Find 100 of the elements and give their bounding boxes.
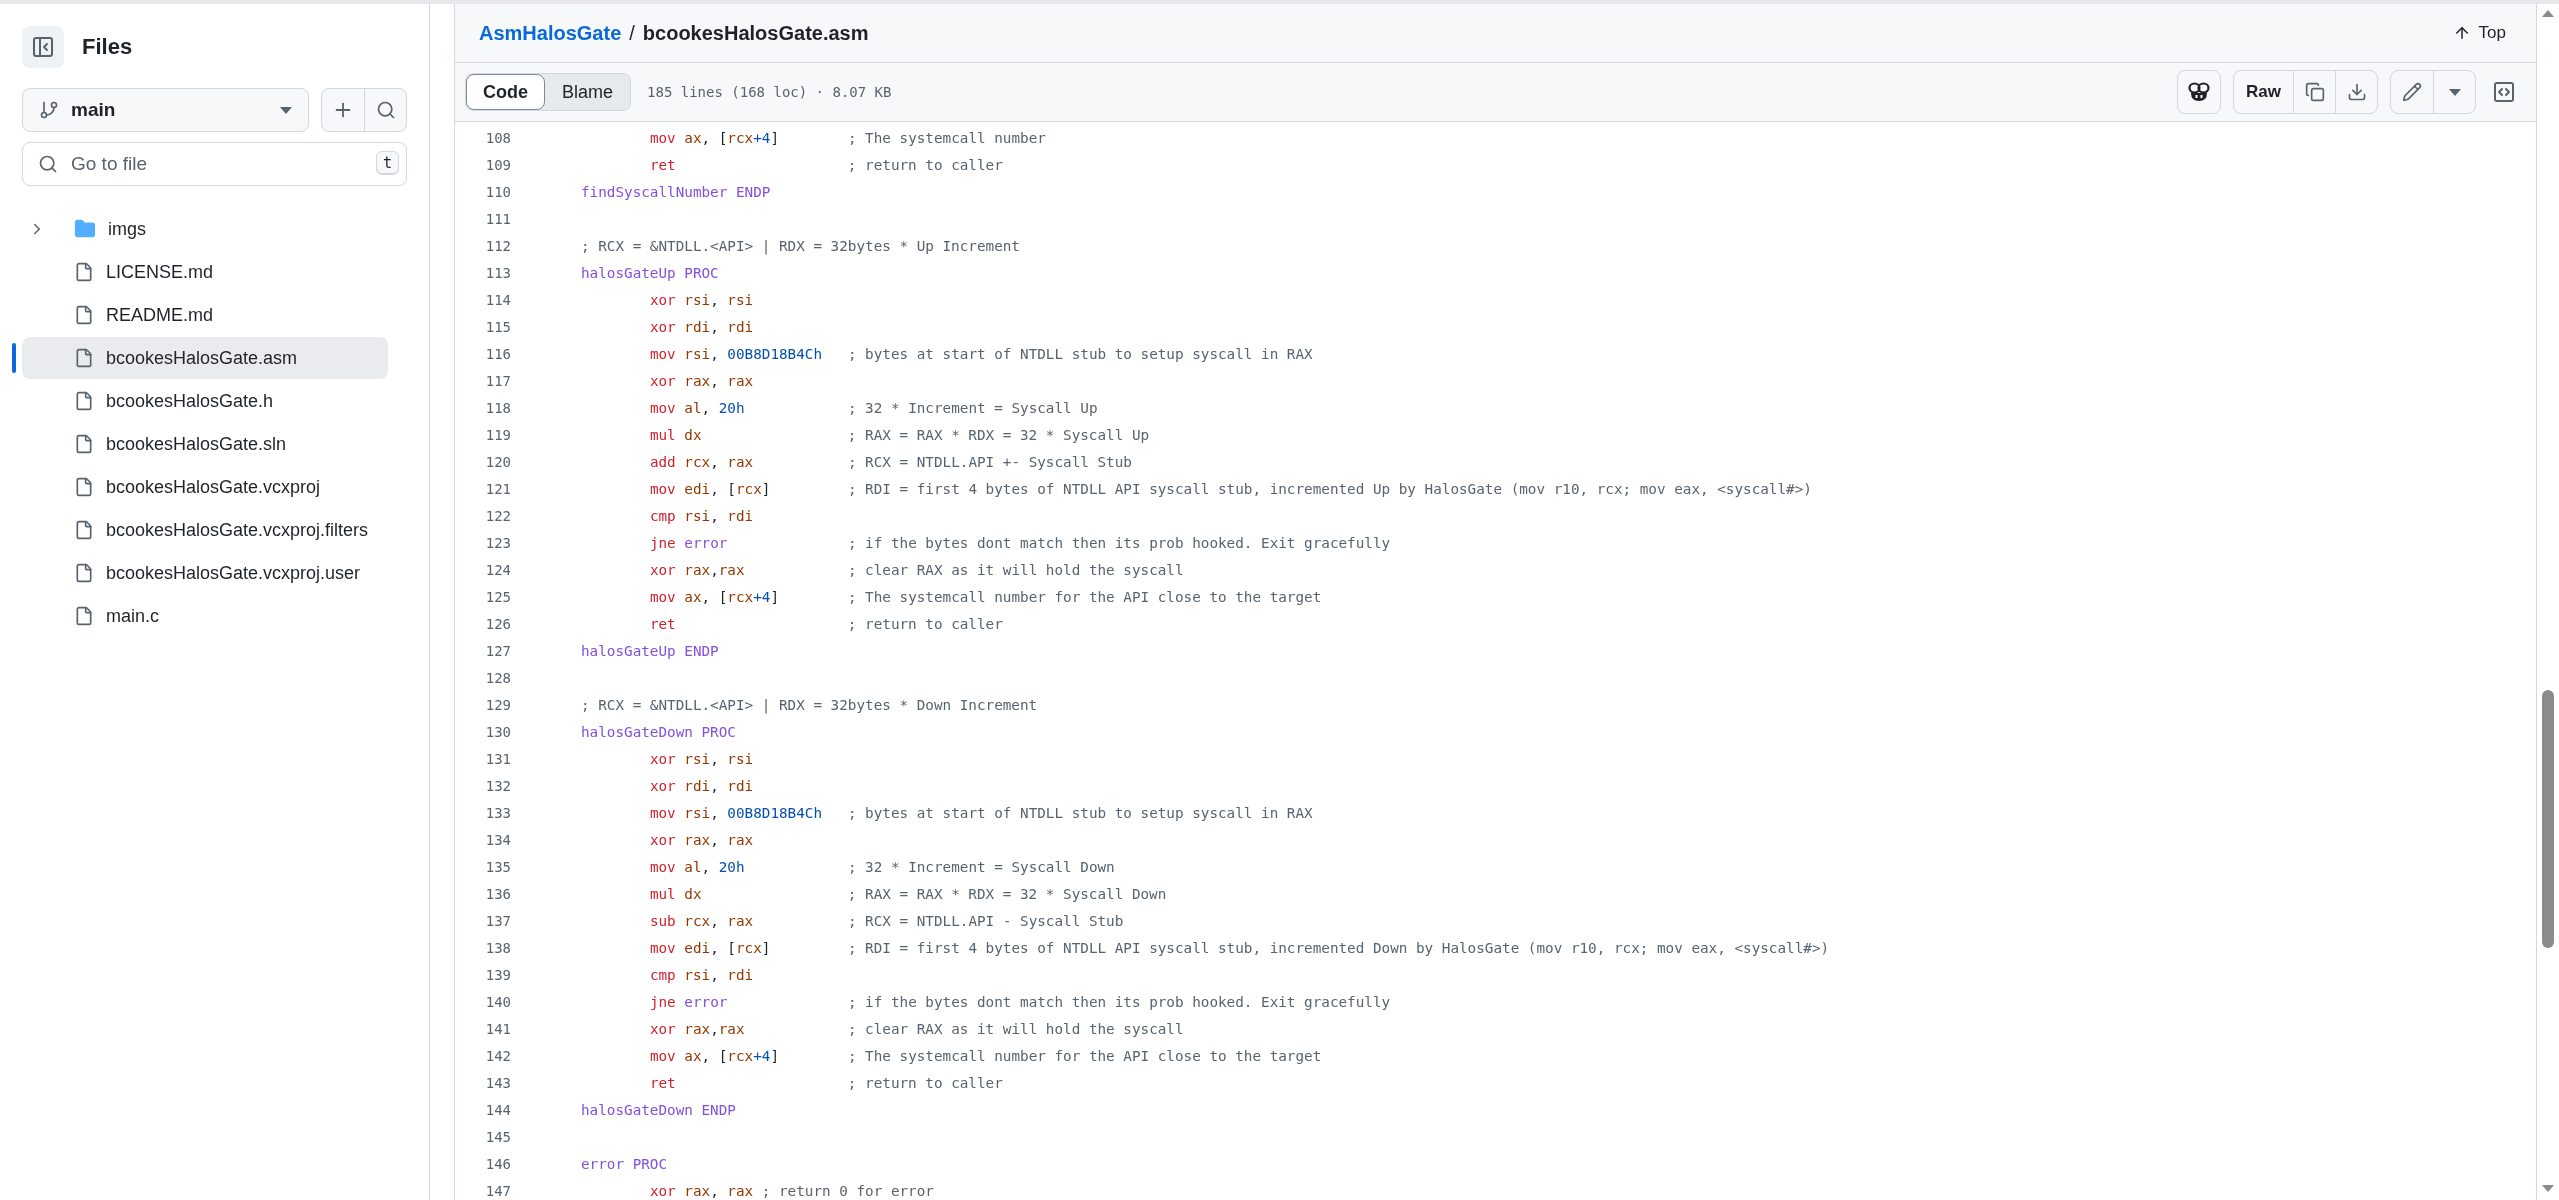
code-line: halosGateUp PROC (581, 264, 719, 281)
code-line: xor rax,rax ; clear RAX as it will hold the syscall (648, 561, 1184, 578)
file-icon (74, 477, 94, 497)
caret-icon (280, 106, 292, 114)
file-item[interactable]: README.md (22, 294, 388, 336)
line-number: 140 (484, 993, 511, 1010)
file-item[interactable]: LICENSE.md (22, 251, 388, 293)
file-item[interactable]: bcookesHalosGate.vcxproj.user (22, 552, 388, 594)
code-line: mul dx ; RAX = RAX * RDX = 32 * Syscall Down (648, 885, 1167, 902)
code-line: cmp rsi, rdi (648, 966, 754, 983)
line-number: 111 (484, 210, 511, 227)
line-number: 123 (484, 534, 511, 551)
line-number: 139 (484, 966, 511, 983)
code-line: mov ax, [rcx+4] ; The systemcall number for the API close to the target (648, 1047, 1322, 1064)
branch-icon (39, 100, 59, 120)
file-item[interactable]: main.c (22, 595, 388, 637)
code-line: mov edi, [rcx] ; RDI = first 4 bytes of NTDLL API syscall stub, incremented Down by HalosGate (mov r10, rcx; mov eax, <syscall#>) (648, 939, 1830, 956)
sidebar-title: Files (82, 34, 133, 60)
line-number: 146 (484, 1155, 511, 1172)
line-number: 108 (484, 129, 511, 146)
view-tab[interactable]: Code (466, 74, 545, 110)
line-number: 128 (484, 669, 511, 686)
line-number: 112 (484, 237, 511, 254)
branch-selector[interactable]: main (22, 88, 309, 132)
folder-item[interactable]: imgs (22, 208, 388, 250)
copilot-icon (2188, 82, 2211, 102)
code-line: ret ; return to caller (648, 615, 1003, 632)
line-number: 138 (484, 939, 511, 956)
code-line: mov al, 20h ; 32 * Increment = Syscall Down (648, 858, 1115, 875)
copy-icon (2304, 82, 2325, 102)
code-line: mov edi, [rcx] ; RDI = first 4 bytes of NTDLL API syscall stub, incremented Up by HalosGate (mov r10, rcx; mov eax, <syscall#>) (648, 480, 1812, 497)
code-line: ret ; return to caller (648, 156, 1003, 173)
code-line: xor rax,rax ; clear RAX as it will hold the syscall (648, 1020, 1184, 1037)
code-line: xor rdi, rdi (648, 777, 754, 794)
folder-icon (74, 218, 96, 240)
code-line: xor rsi, rsi (648, 291, 754, 308)
code-line: cmp rsi, rdi (648, 507, 754, 524)
code-square-icon (2492, 80, 2516, 104)
repo-link[interactable]: AsmHalosGate (479, 21, 622, 45)
code-line: ; RCX = &NTDLL.<API> | RDX = 32bytes * Down Increment (581, 696, 1038, 713)
line-number: 109 (484, 156, 511, 173)
code-line: jne error ; if the bytes dont match then its prob hooked. Exit gracefully (648, 534, 1391, 551)
selection-indicator (12, 343, 16, 373)
scrollbar-thumb[interactable] (2542, 690, 2554, 948)
code-line: xor rax, rax (648, 372, 754, 389)
line-number: 145 (484, 1128, 511, 1145)
file-item[interactable]: bcookesHalosGate.vcxproj.filters (22, 509, 388, 551)
line-number: 118 (484, 399, 511, 416)
file-item[interactable]: bcookesHalosGate.sln (22, 423, 388, 465)
file-item[interactable]: bcookesHalosGate.vcxproj (22, 466, 388, 508)
line-number: 125 (484, 588, 511, 605)
line-number: 121 (484, 480, 511, 497)
line-number: 127 (484, 642, 511, 659)
pencil-icon (2402, 82, 2422, 102)
file-icon (74, 606, 94, 626)
file-icon (74, 563, 94, 583)
line-number: 137 (484, 912, 511, 929)
line-number: 114 (484, 291, 511, 308)
code-line: halosGateDown PROC (581, 723, 736, 740)
code-line: xor rax, rax (648, 831, 754, 848)
code-line: ; RCX = &NTDLL.<API> | RDX = 32bytes * Up Increment (581, 237, 1020, 254)
code-line: mov ax, [rcx+4] ; The systemcall number for the API close to the target (648, 588, 1322, 605)
code-line: findSyscallNumber ENDP (581, 183, 771, 200)
line-number: 147 (484, 1182, 511, 1199)
file-item[interactable]: bcookesHalosGate.asm (22, 337, 388, 379)
code-line: add rcx, rax ; RCX = NTDLL.API +- Syscall Stub (648, 453, 1132, 470)
view-tab[interactable]: Blame (545, 74, 631, 110)
code-line: halosGateDown ENDP (581, 1101, 736, 1118)
top-link[interactable]: Top (2446, 22, 2512, 44)
code-line: xor rdi, rdi (648, 318, 754, 335)
line-number: 126 (484, 615, 511, 632)
line-number: 120 (484, 453, 511, 470)
caret-icon (2448, 88, 2461, 96)
line-number: 133 (484, 804, 511, 821)
line-number: 129 (484, 696, 511, 713)
code-line: mul dx ; RAX = RAX * RDX = 32 * Syscall Up (648, 426, 1150, 443)
line-number: 131 (484, 750, 511, 767)
file-icon (74, 262, 94, 282)
file-name: bcookesHalosGate.asm (642, 21, 869, 45)
line-number: 110 (484, 183, 511, 200)
scroll-down-icon[interactable] (2542, 1185, 2554, 1192)
scroll-up-icon[interactable] (2542, 10, 2554, 17)
file-icon (74, 520, 94, 540)
sidebar-toggle-button[interactable] (22, 26, 64, 68)
code-line: sub rcx, rax ; RCX = NTDLL.API - Syscall Stub (648, 912, 1124, 929)
code-line: jne error ; if the bytes dont match then its prob hooked. Exit gracefully (648, 993, 1391, 1010)
line-number: 142 (484, 1047, 511, 1064)
line-number: 132 (484, 777, 511, 794)
line-number: 134 (484, 831, 511, 848)
download-icon (2346, 82, 2367, 102)
file-item[interactable]: bcookesHalosGate.h (22, 380, 388, 422)
code-line: mov rsi, 00B8D18B4Ch ; bytes at start of NTDLL stub to setup syscall in RAX (648, 804, 1313, 821)
code-line: halosGateUp ENDP (581, 642, 719, 659)
line-number: 130 (484, 723, 511, 740)
line-number: 143 (484, 1074, 511, 1091)
line-number: 119 (484, 426, 511, 443)
file-icon (74, 305, 94, 325)
line-number: 117 (484, 372, 511, 389)
file-info: 185 lines (168 loc) · 8.07 KB (647, 84, 892, 100)
panel-icon (31, 35, 55, 59)
